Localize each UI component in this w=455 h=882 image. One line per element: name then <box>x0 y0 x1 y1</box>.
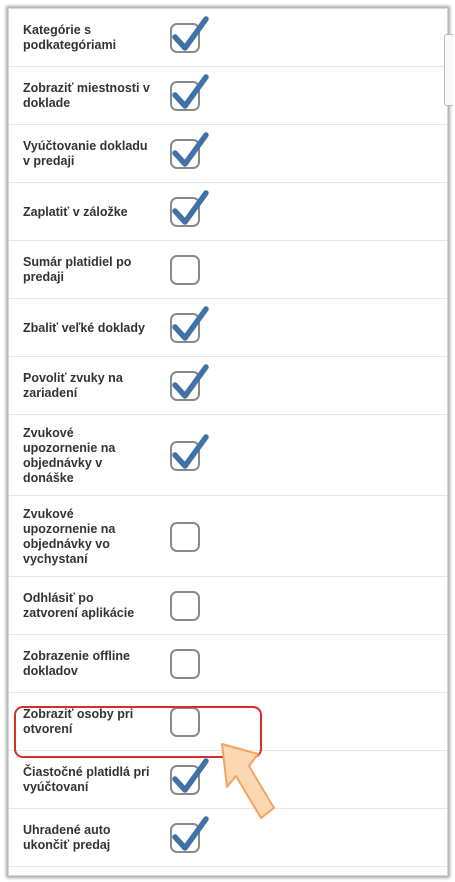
setting-row-zobrazit-miestnosti-v-doklade[interactable]: Zobraziť miestnosti v doklade <box>9 67 447 125</box>
setting-row-zaplatit-v-zalozke[interactable]: Zaplatiť v záložke <box>9 183 447 241</box>
setting-row-zvukove-upozornenie-na-objednavky-vo-vychystani[interactable]: Zvukové upozornenie na objednávky vo vyc… <box>9 496 447 577</box>
setting-checkbox[interactable] <box>170 522 200 552</box>
setting-label: Zobraziť miestnosti v doklade <box>23 81 150 110</box>
check-icon <box>172 758 209 793</box>
setting-row-zbalit-velke-doklady[interactable]: Zbaliť veľké doklady <box>9 299 447 357</box>
setting-row-zobrazenie-offline-dokladov[interactable]: Zobrazenie offline dokladov <box>9 635 447 693</box>
check-icon <box>172 816 209 851</box>
setting-label: Uhradené auto ukončiť predaj <box>23 823 111 852</box>
setting-label: Odhlásiť po zatvorení aplikácie <box>23 591 135 620</box>
setting-checkbox[interactable] <box>170 649 200 679</box>
setting-label: Povoliť zvuky na zariadení <box>23 371 123 400</box>
setting-label: Zbaliť veľké doklady <box>23 321 145 335</box>
check-icon <box>172 306 209 341</box>
setting-checkbox[interactable] <box>170 74 209 111</box>
check-icon <box>172 74 209 109</box>
setting-row-odhlasit-po-zatvoreni-aplikacie[interactable]: Odhlásiť po zatvorení aplikácie <box>9 577 447 635</box>
check-icon <box>172 132 209 167</box>
setting-checkbox[interactable] <box>170 255 200 285</box>
setting-checkbox[interactable] <box>170 190 209 227</box>
setting-row-vyuctovanie-dokladu-v-predaji[interactable]: Vyúčtovanie dokladu v predaji <box>9 125 447 183</box>
setting-checkbox[interactable] <box>170 591 200 621</box>
setting-checkbox[interactable] <box>170 306 209 343</box>
setting-label: Čiastočné platidlá pri vyúčtovaní <box>23 765 150 794</box>
setting-row-zvukove-upozornenie-na-objednavky-v-donaske[interactable]: Zvukové upozornenie na objednávky v doná… <box>9 415 447 496</box>
setting-row-kategorie-s-podkategoriami[interactable]: Kategórie s podkategóriami <box>9 9 447 67</box>
setting-checkbox[interactable] <box>170 758 209 795</box>
setting-label: Zvukové upozornenie na objednávky vo vyc… <box>23 507 116 566</box>
side-panel-edge <box>444 34 453 106</box>
setting-checkbox[interactable] <box>170 16 209 53</box>
setting-checkbox[interactable] <box>170 434 209 471</box>
setting-label: Zaplatiť v záložke <box>23 205 128 219</box>
check-icon <box>172 434 209 469</box>
setting-label: Zobrazenie offline dokladov <box>23 649 130 678</box>
setting-label: Kategórie s podkategóriami <box>23 23 117 52</box>
check-icon <box>172 190 209 225</box>
setting-checkbox[interactable] <box>170 816 209 853</box>
setting-label: Vyúčtovanie dokladu v predaji <box>23 139 148 168</box>
setting-label: Zvukové upozornenie na objednávky v doná… <box>23 426 116 485</box>
setting-label: Sumár platidiel po predaji <box>23 255 132 284</box>
arrow-pointer-icon <box>221 743 275 819</box>
check-icon <box>172 364 209 399</box>
setting-row-sumar-platidiel-po-predaji[interactable]: Sumár platidiel po predaji <box>9 241 447 299</box>
check-icon <box>172 16 209 51</box>
setting-checkbox[interactable] <box>170 132 209 169</box>
setting-checkbox[interactable] <box>170 364 209 401</box>
setting-row-povolit-zvuky-na-zariadeni[interactable]: Povoliť zvuky na zariadení <box>9 357 447 415</box>
